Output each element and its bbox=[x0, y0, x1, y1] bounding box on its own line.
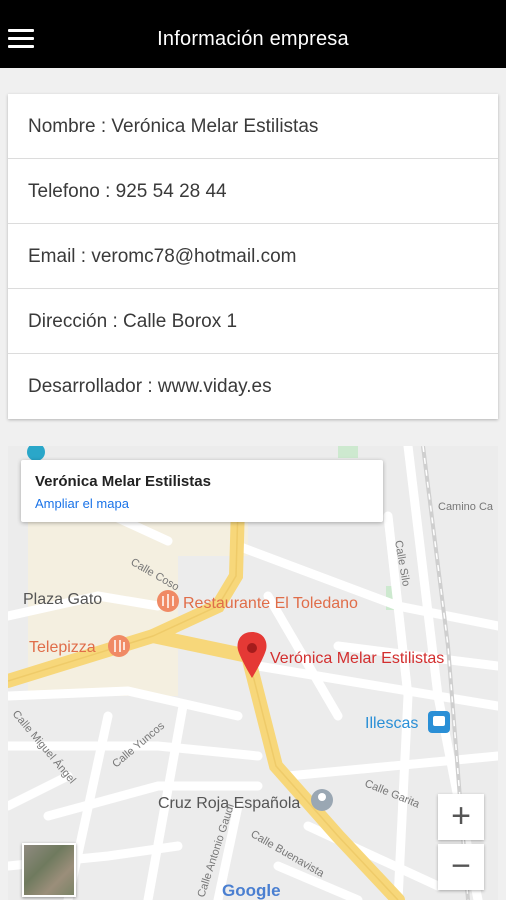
map-marker-label[interactable]: Verónica Melar Estilistas bbox=[270, 650, 444, 667]
developer-row[interactable]: Desarrollador : www.viday.es bbox=[8, 354, 498, 419]
restaurant-pin-icon[interactable] bbox=[157, 590, 179, 612]
map-info-title: Verónica Melar Estilistas bbox=[35, 473, 211, 490]
street-label-camino: Camino Ca bbox=[438, 501, 494, 513]
map-label-plaza-gato: Plaza Gato bbox=[23, 591, 102, 608]
map-view[interactable]: Plaza Gato Restaurante El Toledano Telep… bbox=[8, 446, 498, 900]
email-row[interactable]: Email : veromc78@hotmail.com bbox=[8, 224, 498, 289]
satellite-view-toggle[interactable] bbox=[22, 843, 76, 897]
train-station-icon[interactable] bbox=[428, 711, 450, 733]
phone-row[interactable]: Telefono : 925 54 28 44 bbox=[8, 159, 498, 224]
google-logo: Google bbox=[222, 881, 281, 900]
map-label-restaurante[interactable]: Restaurante El Toledano bbox=[183, 595, 358, 612]
map-label-telepizza[interactable]: Telepizza bbox=[29, 639, 96, 656]
address-row: Dirección : Calle Borox 1 bbox=[8, 289, 498, 354]
zoom-in-button[interactable]: + bbox=[438, 794, 484, 840]
map-label-illescas[interactable]: Illescas bbox=[365, 715, 418, 732]
map-info-window: Verónica Melar Estilistas Ampliar el map… bbox=[21, 460, 383, 522]
company-info-card: Nombre : Verónica Melar Estilistas Telef… bbox=[8, 94, 498, 419]
app-header: Información empresa bbox=[0, 0, 506, 68]
zoom-out-button[interactable]: − bbox=[438, 844, 484, 890]
page-title: Información empresa bbox=[157, 28, 349, 50]
telepizza-pin-icon[interactable] bbox=[108, 635, 130, 657]
company-name-row: Nombre : Verónica Melar Estilistas bbox=[8, 94, 498, 159]
cruz-roja-pin-icon[interactable] bbox=[311, 789, 333, 811]
enlarge-map-link[interactable]: Ampliar el mapa bbox=[35, 496, 129, 511]
